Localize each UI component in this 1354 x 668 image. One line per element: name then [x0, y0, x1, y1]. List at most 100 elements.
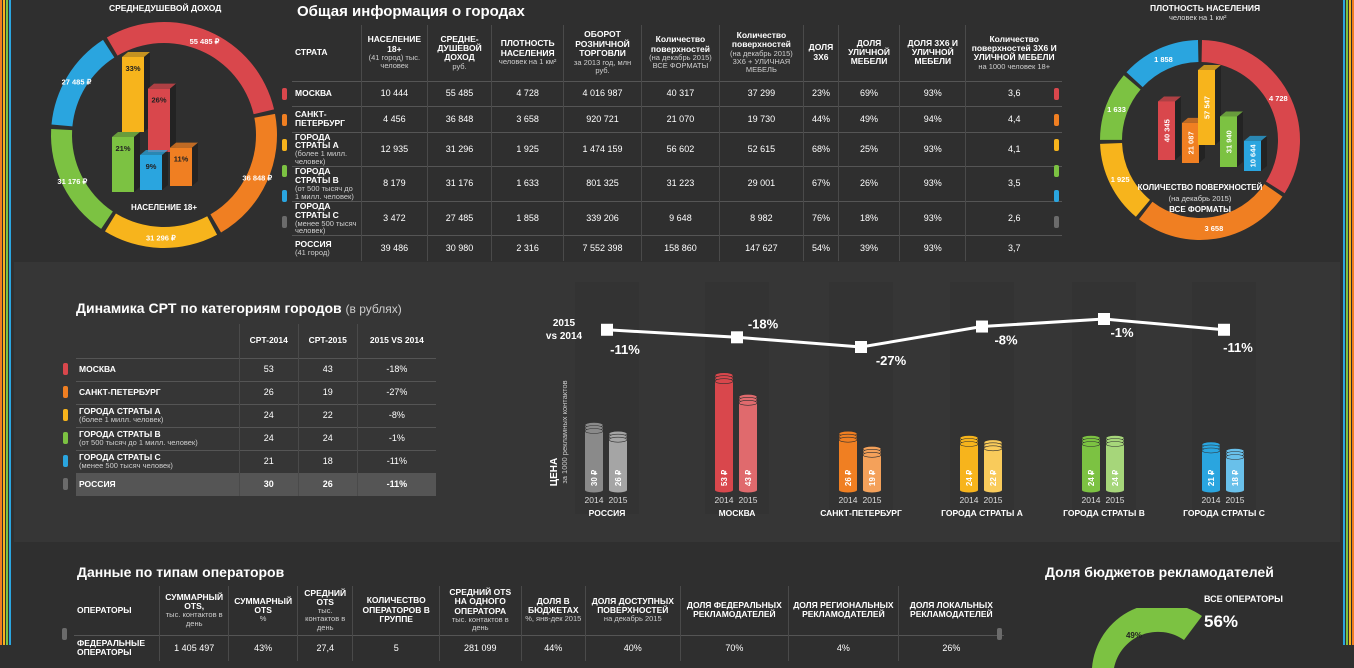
bar-base [1106, 487, 1124, 493]
bar-2014: 21 ₽ [1201, 441, 1221, 493]
operator-row-color-marker-right [997, 628, 1002, 640]
bar-front [140, 155, 162, 190]
bar-value-label: 24 ₽ [965, 470, 974, 486]
table-header: ДОЛЯ УЛИЧНОЙ МЕБЕЛИ [837, 25, 900, 81]
table-cell: 23% [803, 80, 839, 107]
table-header: НАСЕЛЕНИЕ 18+ (41 город) тыс. человек [360, 25, 428, 81]
bar-2015: 43 ₽ [738, 394, 758, 493]
right-frame-stripes [1343, 0, 1354, 645]
table-cell: 801 325 [562, 166, 642, 202]
table-header: ДОЛЯ ФЕДЕРАЛЬНЫХ РЕКЛАМОДАТЕЛЕЙ [679, 586, 789, 636]
income-donut-title: СРЕДНЕДУШЕВОЙ ДОХОД [109, 3, 222, 13]
density-donut-chart: 4 728 3 658 1 925 1 633 1 858 40 345 21 087 57 … [1100, 40, 1300, 241]
density-center-label: КОЛИЧЕСТВО ПОВЕРХНОСТЕЙ [1138, 183, 1263, 192]
chart-column-bg [1192, 282, 1256, 514]
year-tick-label: 2014 [1082, 495, 1101, 505]
table-header-main: СРЕДНЕ-ДУШЕВОЙ ДОХОД [437, 33, 482, 63]
donut-segment [104, 213, 218, 248]
bar-value-label: 19 ₽ [868, 470, 877, 486]
table-row: ГОРОДА СТРАТЫ С (менее 500 тысяч человек)… [76, 449, 436, 473]
category-label: МОСКВА [719, 508, 756, 518]
table-cell: 1 925 [491, 131, 564, 167]
table-cell: 4 728 [491, 80, 564, 107]
table-cell: 3,7 [965, 235, 1062, 262]
table-header: СРЕДНИЙ OTS НА ОДНОГО ОПЕРАТОРА тыс. конт… [438, 586, 522, 636]
table-header-main: ДОЛЯ ФЕДЕРАЛЬНЫХ РЕКЛАМОДАТЕЛЕЙ [686, 599, 782, 620]
table-cell: 9 648 [641, 200, 720, 236]
table-cell: 76% [803, 200, 839, 236]
table-header-main: СРЕДНИЙ OTS [304, 587, 347, 607]
row-color-marker-right [1054, 113, 1059, 126]
bar-base [1082, 487, 1100, 493]
row-color-marker-left [282, 88, 287, 100]
table-header: CPT-2014 [238, 324, 299, 358]
bar-2014: 24 ₽ [959, 435, 979, 493]
donut-segment-label: 1 633 [1107, 105, 1126, 114]
bar-cap-ring [714, 378, 734, 384]
table-row: САНКТ-ПЕТЕРБУРГ 4 456 36 848 3 658 920 721 21… [292, 106, 1062, 132]
bar-side [134, 132, 140, 192]
table-header-main: СУММАРНЫЙ OTS [234, 595, 293, 616]
density-center-sub2: ВСЕ ФОРМАТЫ [1169, 205, 1231, 214]
cpt-table: CPT-2014 CPT-2015 2015 VS 2014 МОСКВА 53 43-… [76, 324, 436, 496]
row-name-text: МОСКВА [295, 88, 332, 99]
table-cell: 10 444 [360, 80, 428, 107]
row-color-marker-right [1054, 190, 1059, 202]
table-cell: 4,4 [965, 106, 1062, 132]
center-bar: 10 644 [1244, 135, 1267, 171]
center-bar-label: 11% [174, 155, 189, 164]
table-cell: 36 848 [426, 106, 492, 132]
bar-2014: 26 ₽ [838, 430, 858, 493]
bar-2014: 30 ₽ [584, 422, 604, 493]
table-header-sub: (41 город) тыс. человек [368, 52, 421, 71]
table-header: 2015 VS 2014 [356, 324, 436, 358]
bar-side [1237, 111, 1243, 167]
table-cell: 3 472 [360, 200, 428, 236]
table-cell: 2,6 [965, 200, 1062, 236]
change-label: -1% [1110, 325, 1134, 340]
center-bar: 57 547 [1198, 65, 1221, 145]
operator-row-color-marker [62, 628, 67, 640]
table-cell: 43% [228, 634, 298, 662]
table-cell: 1 633 [491, 166, 564, 202]
bar-2015: 19 ₽ [862, 446, 882, 493]
bar-side [170, 83, 176, 152]
bar-value-label: 53 ₽ [720, 470, 729, 486]
year-tick-label: 2014 [585, 495, 604, 505]
table-cell: 39 486 [360, 235, 428, 262]
table-cell: 31 176 [426, 166, 492, 202]
bar-2015: 24 ₽ [1105, 435, 1125, 493]
row-name-text: РОССИЯ [79, 479, 116, 490]
table-cell: -11% [356, 449, 436, 473]
table-cell: 31 223 [641, 166, 720, 202]
bar-cap-ring [959, 441, 979, 447]
table-cell: 93% [899, 235, 966, 262]
table-header-main: ОПЕРАТОРЫ [77, 604, 132, 615]
table-cell: 30 [238, 472, 299, 496]
left-frame-stripes [0, 0, 11, 645]
bar-2014: 53 ₽ [714, 372, 734, 493]
table-cell: 40% [584, 634, 681, 662]
row-color-marker-left [282, 113, 287, 126]
year-tick-label: 2015 [609, 495, 628, 505]
center-bar: 11% [170, 142, 198, 186]
table-header-sub: тыс. контактов в день [165, 610, 223, 628]
change-point [601, 323, 613, 336]
year-tick-label: 2014 [715, 495, 734, 505]
bar-cap-ring [1081, 441, 1101, 447]
table-cell: 70% [679, 634, 789, 662]
operators-table: ОПЕРАТОРЫ СУММАРНЫЙ OTS, тыс. контактов в … [74, 586, 1004, 662]
row-name: МОСКВА [292, 80, 362, 107]
bar-cap-ring [983, 445, 1003, 452]
bar-side [1261, 135, 1267, 171]
table-row: МОСКВА 10 444 55 485 4 728 4 016 987 40 317 37… [292, 80, 1062, 107]
table-header-sub: (на декабрь 2015) 3Х6 + УЛИЧНАЯ МЕБЕЛЬ [730, 48, 793, 75]
center-bar-label: 21% [115, 144, 130, 153]
row-name: РОССИЯ (41 город) [292, 235, 362, 262]
row-name-text: ГОРОДА СТРАТЫ В [295, 166, 339, 186]
row-color-marker-right [1054, 139, 1059, 151]
table-header-sub: руб. [452, 61, 467, 71]
bar-base [839, 487, 857, 493]
table-header-main: Количество поверхностей [650, 34, 710, 54]
bar-value-label: 26 ₽ [614, 470, 623, 486]
